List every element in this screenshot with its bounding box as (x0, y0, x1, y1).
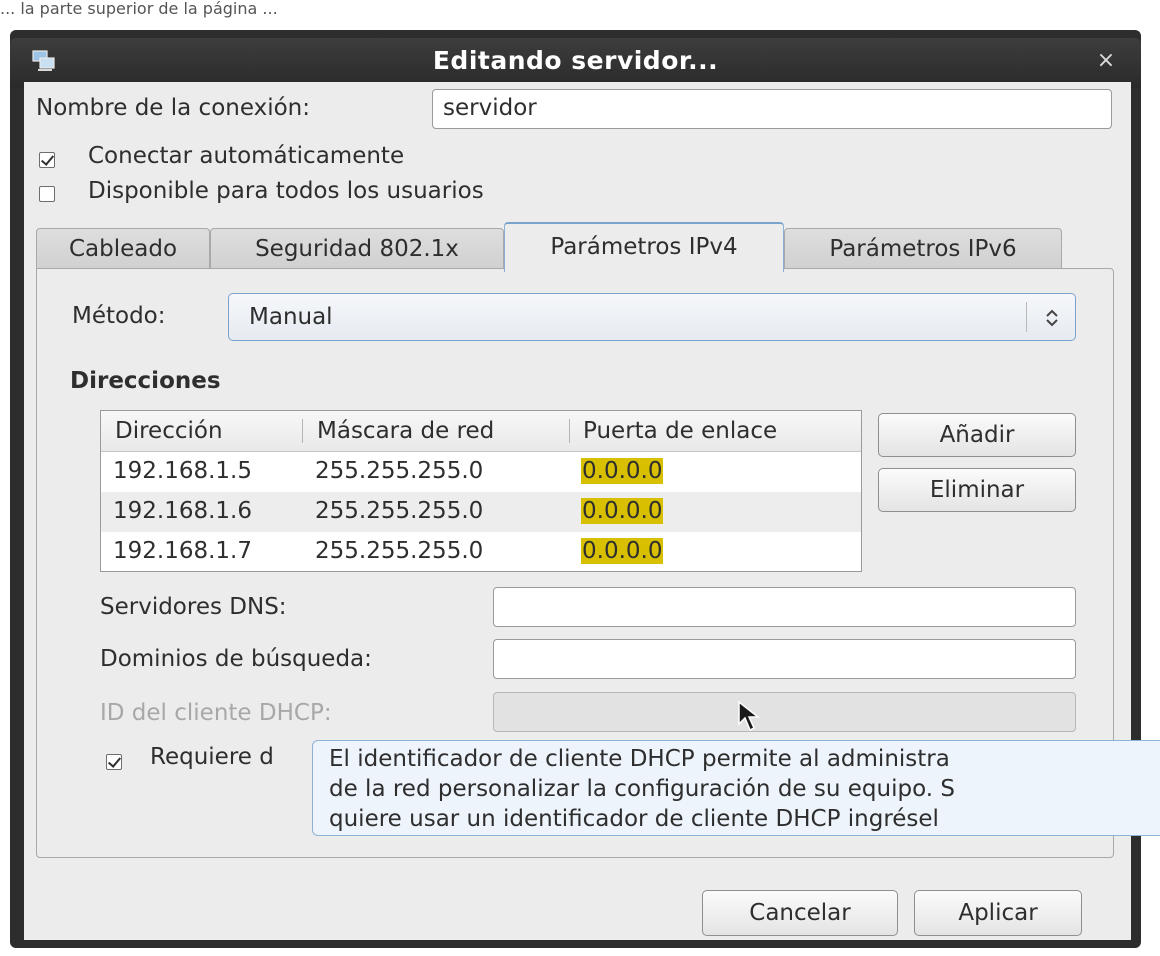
method-select-value: Manual (249, 304, 333, 330)
page-caption-fragment: ... la parte superior de la página ... (0, 0, 278, 18)
column-header-gateway[interactable]: Puerta de enlace (583, 411, 777, 451)
gateway-cell: 0.0.0.0 (581, 458, 664, 484)
apply-button[interactable]: Aplicar (914, 890, 1082, 936)
table-row[interactable]: 192.168.1.7 255.255.255.0 0.0.0.0 (101, 532, 861, 572)
screenshot-page: ... la parte superior de la página ... E… (0, 0, 1160, 956)
addresses-table-header: Dirección Máscara de red Puerta de enlac… (101, 411, 861, 452)
address-cell: 192.168.1.7 (113, 538, 252, 564)
tab-parametros-ipv6[interactable]: Parámetros IPv6 (784, 228, 1062, 270)
network-connection-icon (32, 50, 55, 71)
table-row[interactable]: 192.168.1.5 255.255.255.0 0.0.0.0 (101, 452, 861, 492)
all-users-checkbox[interactable] (39, 186, 55, 202)
netmask-cell: 255.255.255.0 (315, 538, 484, 564)
require-ipv4-checkbox[interactable] (106, 754, 122, 770)
close-icon[interactable]: × (1093, 48, 1119, 74)
column-header-netmask[interactable]: Máscara de red (317, 411, 494, 451)
gateway-cell: 0.0.0.0 (581, 538, 664, 564)
address-cell: 192.168.1.5 (113, 458, 252, 484)
combo-separator (1026, 302, 1027, 332)
column-separator (302, 419, 303, 443)
dhcp-client-id-tooltip: El identificador de cliente DHCP permite… (312, 740, 1160, 836)
address-cell: 192.168.1.6 (113, 498, 252, 524)
remove-address-button[interactable]: Eliminar (878, 468, 1076, 512)
auto-connect-label: Conectar automáticamente (88, 143, 405, 169)
column-header-address[interactable]: Dirección (115, 411, 223, 451)
netmask-cell: 255.255.255.0 (315, 458, 484, 484)
dhcp-client-id-input[interactable] (493, 692, 1076, 732)
method-label: Método: (72, 303, 166, 329)
window-title: Editando servidor... (432, 46, 719, 75)
all-users-label: Disponible para todos los usuarios (88, 178, 484, 204)
table-row[interactable]: 192.168.1.6 255.255.255.0 0.0.0.0 (101, 492, 861, 532)
connection-name-label: Nombre de la conexión: (36, 95, 310, 121)
netmask-cell: 255.255.255.0 (315, 498, 484, 524)
tooltip-line: quiere usar un identificador de cliente … (329, 806, 939, 832)
dhcp-client-id-label: ID del cliente DHCP: (100, 700, 332, 726)
add-address-button[interactable]: Añadir (878, 413, 1076, 457)
tooltip-line: de la red personalizar la configuración … (329, 776, 955, 802)
method-select[interactable]: Manual (228, 293, 1076, 341)
gateway-cell: 0.0.0.0 (581, 498, 664, 524)
dns-servers-input[interactable] (493, 587, 1076, 627)
tooltip-line: El identificador de cliente DHCP permite… (329, 746, 950, 772)
addresses-section-title: Direcciones (70, 368, 221, 394)
cancel-button[interactable]: Cancelar (702, 890, 898, 936)
window-titlebar[interactable]: Editando servidor... × (10, 38, 1141, 88)
mouse-pointer-icon (738, 700, 761, 732)
tab-cableado[interactable]: Cableado (36, 228, 210, 270)
column-separator (569, 419, 570, 443)
addresses-table[interactable]: Dirección Máscara de red Puerta de enlac… (100, 410, 862, 572)
auto-connect-checkbox[interactable] (39, 152, 55, 168)
require-ipv4-label: Requiere d (150, 744, 274, 770)
search-domains-label: Dominios de búsqueda: (100, 646, 372, 672)
dns-servers-label: Servidores DNS: (100, 594, 287, 620)
combo-arrows-icon (1046, 309, 1058, 327)
tab-seguridad-8021x[interactable]: Seguridad 802.1x (210, 228, 504, 270)
connection-name-input[interactable]: servidor (432, 89, 1112, 129)
search-domains-input[interactable] (493, 639, 1076, 679)
tab-parametros-ipv4[interactable]: Parámetros IPv4 (504, 222, 784, 272)
